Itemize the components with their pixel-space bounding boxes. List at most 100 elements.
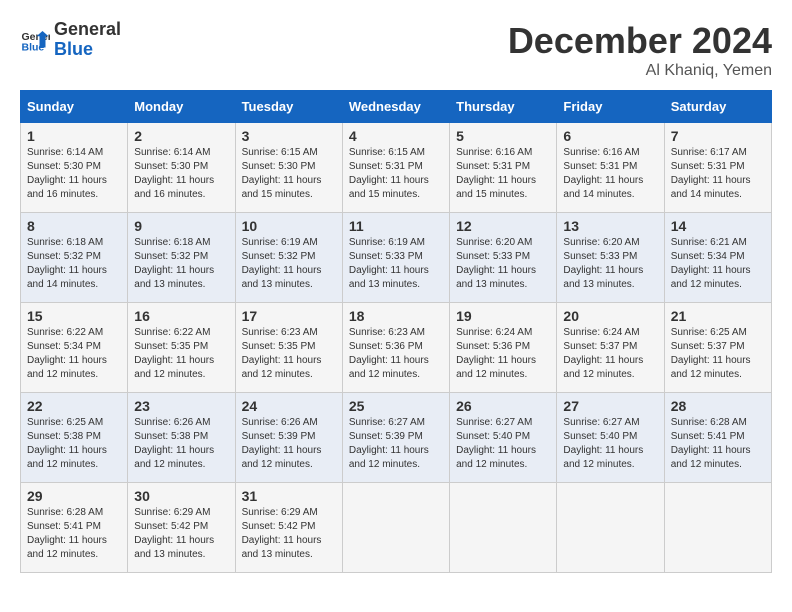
location: Al Khaniq, Yemen xyxy=(508,62,772,80)
day-number: 20 xyxy=(563,308,657,324)
week-row-5: 29 Sunrise: 6:28 AM Sunset: 5:41 PM Dayl… xyxy=(21,483,772,573)
cell-info: Sunrise: 6:16 AM Sunset: 5:31 PM Dayligh… xyxy=(456,146,550,202)
calendar-cell: 24 Sunrise: 6:26 AM Sunset: 5:39 PM Dayl… xyxy=(235,393,342,483)
day-number: 17 xyxy=(242,308,336,324)
cell-info: Sunrise: 6:25 AM Sunset: 5:38 PM Dayligh… xyxy=(27,416,121,472)
day-number: 9 xyxy=(134,218,228,234)
day-number: 8 xyxy=(27,218,121,234)
cell-info: Sunrise: 6:18 AM Sunset: 5:32 PM Dayligh… xyxy=(134,236,228,292)
calendar-cell: 5 Sunrise: 6:16 AM Sunset: 5:31 PM Dayli… xyxy=(450,123,557,213)
cell-info: Sunrise: 6:24 AM Sunset: 5:37 PM Dayligh… xyxy=(563,326,657,382)
calendar-header-row: SundayMondayTuesdayWednesdayThursdayFrid… xyxy=(21,91,772,123)
calendar-cell: 12 Sunrise: 6:20 AM Sunset: 5:33 PM Dayl… xyxy=(450,213,557,303)
cell-info: Sunrise: 6:21 AM Sunset: 5:34 PM Dayligh… xyxy=(671,236,765,292)
cell-info: Sunrise: 6:20 AM Sunset: 5:33 PM Dayligh… xyxy=(563,236,657,292)
col-header-monday: Monday xyxy=(128,91,235,123)
day-number: 4 xyxy=(349,128,443,144)
cell-info: Sunrise: 6:28 AM Sunset: 5:41 PM Dayligh… xyxy=(27,506,121,562)
cell-info: Sunrise: 6:17 AM Sunset: 5:31 PM Dayligh… xyxy=(671,146,765,202)
day-number: 18 xyxy=(349,308,443,324)
calendar-cell: 21 Sunrise: 6:25 AM Sunset: 5:37 PM Dayl… xyxy=(664,303,771,393)
calendar-cell: 17 Sunrise: 6:23 AM Sunset: 5:35 PM Dayl… xyxy=(235,303,342,393)
calendar-cell: 9 Sunrise: 6:18 AM Sunset: 5:32 PM Dayli… xyxy=(128,213,235,303)
calendar-cell: 3 Sunrise: 6:15 AM Sunset: 5:30 PM Dayli… xyxy=(235,123,342,213)
calendar-cell: 2 Sunrise: 6:14 AM Sunset: 5:30 PM Dayli… xyxy=(128,123,235,213)
cell-info: Sunrise: 6:27 AM Sunset: 5:39 PM Dayligh… xyxy=(349,416,443,472)
cell-info: Sunrise: 6:23 AM Sunset: 5:36 PM Dayligh… xyxy=(349,326,443,382)
calendar-cell xyxy=(557,483,664,573)
day-number: 16 xyxy=(134,308,228,324)
cell-info: Sunrise: 6:16 AM Sunset: 5:31 PM Dayligh… xyxy=(563,146,657,202)
cell-info: Sunrise: 6:28 AM Sunset: 5:41 PM Dayligh… xyxy=(671,416,765,472)
calendar-cell: 22 Sunrise: 6:25 AM Sunset: 5:38 PM Dayl… xyxy=(21,393,128,483)
calendar-table: SundayMondayTuesdayWednesdayThursdayFrid… xyxy=(20,90,772,573)
calendar-cell: 10 Sunrise: 6:19 AM Sunset: 5:32 PM Dayl… xyxy=(235,213,342,303)
day-number: 10 xyxy=(242,218,336,234)
day-number: 6 xyxy=(563,128,657,144)
title-section: December 2024 Al Khaniq, Yemen xyxy=(508,20,772,80)
cell-info: Sunrise: 6:23 AM Sunset: 5:35 PM Dayligh… xyxy=(242,326,336,382)
calendar-cell: 4 Sunrise: 6:15 AM Sunset: 5:31 PM Dayli… xyxy=(342,123,449,213)
cell-info: Sunrise: 6:19 AM Sunset: 5:32 PM Dayligh… xyxy=(242,236,336,292)
day-number: 25 xyxy=(349,398,443,414)
logo-general: General xyxy=(54,20,121,40)
calendar-cell: 26 Sunrise: 6:27 AM Sunset: 5:40 PM Dayl… xyxy=(450,393,557,483)
cell-info: Sunrise: 6:26 AM Sunset: 5:38 PM Dayligh… xyxy=(134,416,228,472)
week-row-4: 22 Sunrise: 6:25 AM Sunset: 5:38 PM Dayl… xyxy=(21,393,772,483)
day-number: 5 xyxy=(456,128,550,144)
day-number: 24 xyxy=(242,398,336,414)
cell-info: Sunrise: 6:18 AM Sunset: 5:32 PM Dayligh… xyxy=(27,236,121,292)
calendar-cell: 25 Sunrise: 6:27 AM Sunset: 5:39 PM Dayl… xyxy=(342,393,449,483)
week-row-2: 8 Sunrise: 6:18 AM Sunset: 5:32 PM Dayli… xyxy=(21,213,772,303)
day-number: 21 xyxy=(671,308,765,324)
page-header: General Blue General Blue December 2024 … xyxy=(20,20,772,80)
day-number: 7 xyxy=(671,128,765,144)
day-number: 13 xyxy=(563,218,657,234)
month-title: December 2024 xyxy=(508,20,772,62)
week-row-3: 15 Sunrise: 6:22 AM Sunset: 5:34 PM Dayl… xyxy=(21,303,772,393)
calendar-cell: 18 Sunrise: 6:23 AM Sunset: 5:36 PM Dayl… xyxy=(342,303,449,393)
col-header-sunday: Sunday xyxy=(21,91,128,123)
calendar-cell: 27 Sunrise: 6:27 AM Sunset: 5:40 PM Dayl… xyxy=(557,393,664,483)
col-header-wednesday: Wednesday xyxy=(342,91,449,123)
day-number: 23 xyxy=(134,398,228,414)
calendar-cell: 7 Sunrise: 6:17 AM Sunset: 5:31 PM Dayli… xyxy=(664,123,771,213)
day-number: 28 xyxy=(671,398,765,414)
calendar-cell: 31 Sunrise: 6:29 AM Sunset: 5:42 PM Dayl… xyxy=(235,483,342,573)
day-number: 30 xyxy=(134,488,228,504)
calendar-cell: 14 Sunrise: 6:21 AM Sunset: 5:34 PM Dayl… xyxy=(664,213,771,303)
cell-info: Sunrise: 6:15 AM Sunset: 5:30 PM Dayligh… xyxy=(242,146,336,202)
cell-info: Sunrise: 6:19 AM Sunset: 5:33 PM Dayligh… xyxy=(349,236,443,292)
cell-info: Sunrise: 6:22 AM Sunset: 5:35 PM Dayligh… xyxy=(134,326,228,382)
cell-info: Sunrise: 6:24 AM Sunset: 5:36 PM Dayligh… xyxy=(456,326,550,382)
cell-info: Sunrise: 6:14 AM Sunset: 5:30 PM Dayligh… xyxy=(134,146,228,202)
calendar-cell: 1 Sunrise: 6:14 AM Sunset: 5:30 PM Dayli… xyxy=(21,123,128,213)
week-row-1: 1 Sunrise: 6:14 AM Sunset: 5:30 PM Dayli… xyxy=(21,123,772,213)
day-number: 26 xyxy=(456,398,550,414)
logo-blue: Blue xyxy=(54,40,121,60)
cell-info: Sunrise: 6:26 AM Sunset: 5:39 PM Dayligh… xyxy=(242,416,336,472)
cell-info: Sunrise: 6:25 AM Sunset: 5:37 PM Dayligh… xyxy=(671,326,765,382)
day-number: 2 xyxy=(134,128,228,144)
cell-info: Sunrise: 6:27 AM Sunset: 5:40 PM Dayligh… xyxy=(563,416,657,472)
calendar-cell: 28 Sunrise: 6:28 AM Sunset: 5:41 PM Dayl… xyxy=(664,393,771,483)
calendar-cell: 16 Sunrise: 6:22 AM Sunset: 5:35 PM Dayl… xyxy=(128,303,235,393)
day-number: 12 xyxy=(456,218,550,234)
day-number: 31 xyxy=(242,488,336,504)
cell-info: Sunrise: 6:20 AM Sunset: 5:33 PM Dayligh… xyxy=(456,236,550,292)
cell-info: Sunrise: 6:27 AM Sunset: 5:40 PM Dayligh… xyxy=(456,416,550,472)
logo: General Blue General Blue xyxy=(20,20,121,60)
day-number: 22 xyxy=(27,398,121,414)
calendar-cell: 20 Sunrise: 6:24 AM Sunset: 5:37 PM Dayl… xyxy=(557,303,664,393)
calendar-cell: 19 Sunrise: 6:24 AM Sunset: 5:36 PM Dayl… xyxy=(450,303,557,393)
calendar-cell: 6 Sunrise: 6:16 AM Sunset: 5:31 PM Dayli… xyxy=(557,123,664,213)
cell-info: Sunrise: 6:14 AM Sunset: 5:30 PM Dayligh… xyxy=(27,146,121,202)
day-number: 3 xyxy=(242,128,336,144)
day-number: 15 xyxy=(27,308,121,324)
calendar-cell: 8 Sunrise: 6:18 AM Sunset: 5:32 PM Dayli… xyxy=(21,213,128,303)
calendar-cell: 23 Sunrise: 6:26 AM Sunset: 5:38 PM Dayl… xyxy=(128,393,235,483)
calendar-cell: 15 Sunrise: 6:22 AM Sunset: 5:34 PM Dayl… xyxy=(21,303,128,393)
calendar-cell xyxy=(450,483,557,573)
calendar-cell: 13 Sunrise: 6:20 AM Sunset: 5:33 PM Dayl… xyxy=(557,213,664,303)
calendar-cell xyxy=(664,483,771,573)
